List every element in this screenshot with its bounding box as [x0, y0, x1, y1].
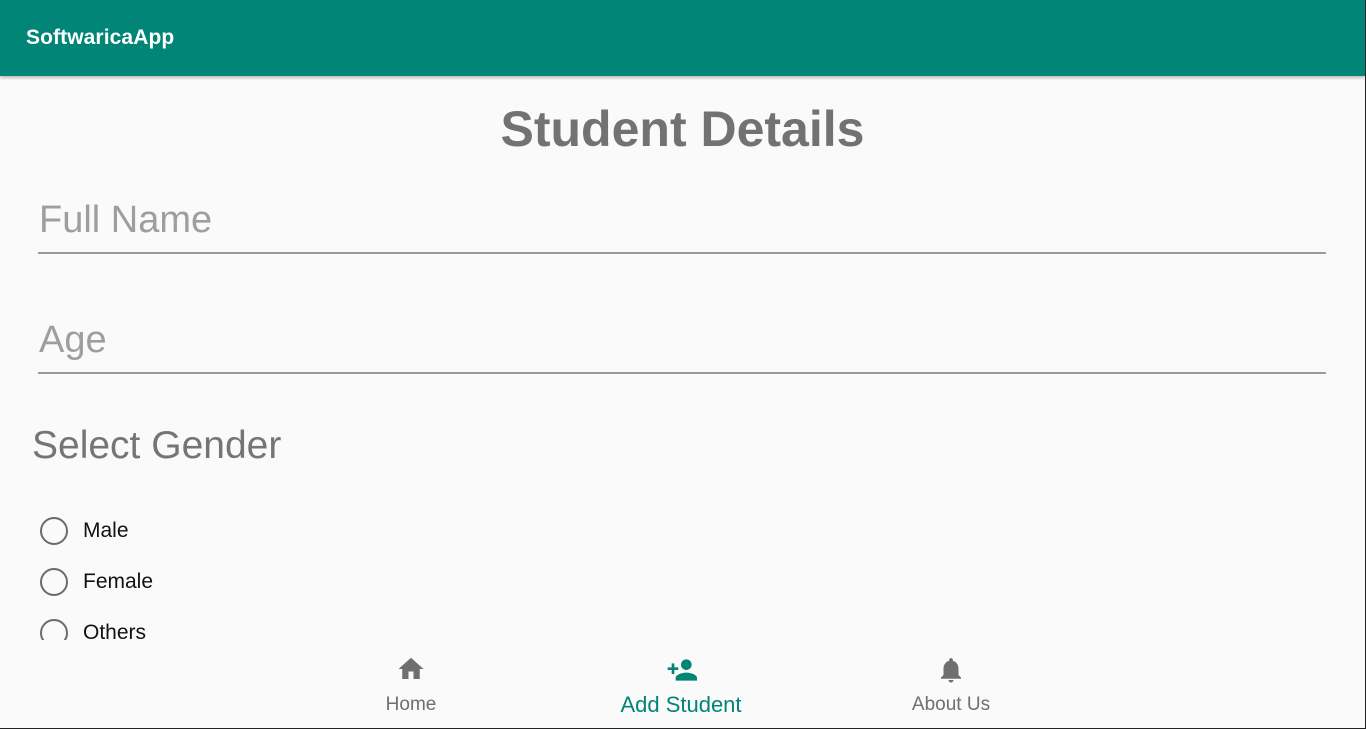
bell-icon — [936, 654, 966, 691]
full-name-input[interactable] — [38, 194, 1326, 254]
radio-circle-icon — [40, 517, 68, 545]
radio-circle-icon — [40, 568, 68, 596]
app-title: SoftwaricaApp — [26, 26, 175, 49]
home-icon — [395, 654, 427, 689]
nav-item-home[interactable]: Home — [311, 640, 511, 728]
radio-male[interactable]: Male — [40, 514, 129, 548]
bottom-navigation: Home Add Student About Us — [0, 640, 1365, 728]
gender-section-label: Select Gender — [32, 424, 282, 467]
age-input[interactable] — [38, 314, 1326, 374]
nav-label-add-student: Add Student — [620, 692, 742, 717]
app-bar: SoftwaricaApp — [0, 0, 1365, 76]
add-person-icon — [661, 654, 701, 691]
nav-label-home: Home — [385, 694, 437, 715]
radio-label-female: Female — [83, 570, 154, 593]
page-title: Student Details — [500, 101, 865, 157]
radio-female[interactable]: Female — [40, 565, 153, 599]
radio-circle-icon — [40, 619, 68, 640]
app-window: SoftwaricaApp Student Details Select Gen… — [0, 0, 1366, 729]
radio-others[interactable]: Others — [40, 616, 146, 640]
scroll-content[interactable]: Student Details Select Gender Male Femal… — [0, 76, 1365, 640]
radio-label-male: Male — [83, 519, 129, 542]
nav-item-about-us[interactable]: About Us — [851, 640, 1051, 728]
nav-item-add-student[interactable]: Add Student — [581, 640, 781, 728]
nav-label-about-us: About Us — [911, 694, 991, 715]
radio-label-others: Others — [83, 621, 147, 640]
